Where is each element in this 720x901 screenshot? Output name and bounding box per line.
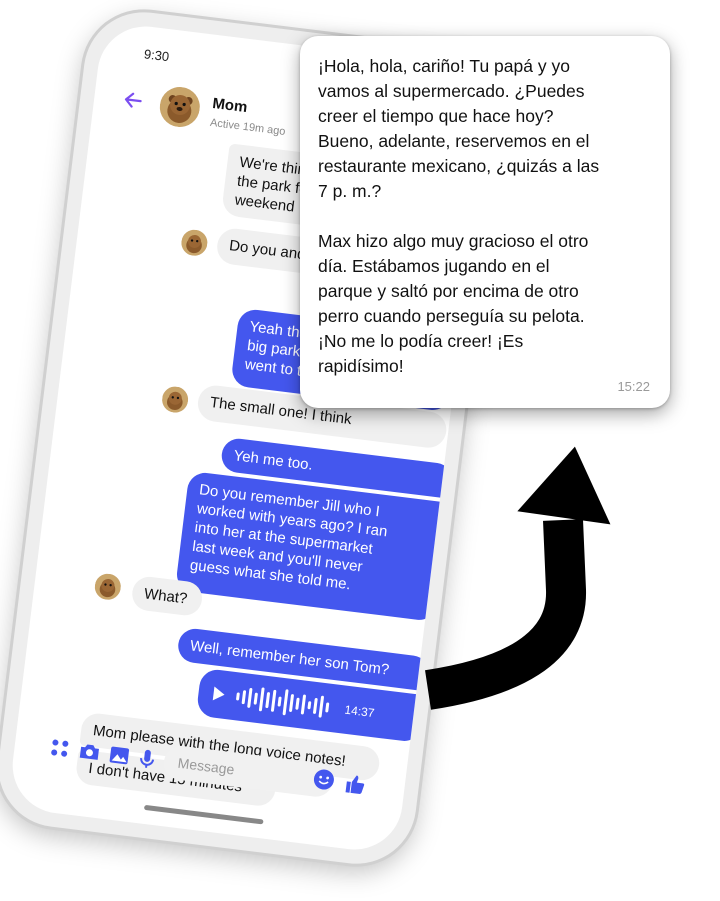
camera-icon[interactable] — [77, 740, 102, 765]
home-indicator — [143, 804, 264, 825]
mom-avatar — [160, 385, 190, 415]
gallery-icon[interactable] — [107, 743, 132, 768]
mom-avatar — [179, 228, 209, 258]
message-timestamp: 15:22 — [617, 379, 650, 394]
mom-avatar — [93, 572, 123, 602]
status-bar-time: 9:30 — [143, 46, 171, 65]
active-status: Active 19m ago — [209, 116, 287, 138]
play-icon[interactable] — [207, 666, 229, 722]
back-arrow-icon[interactable] — [121, 88, 146, 113]
microphone-icon[interactable] — [135, 747, 160, 772]
curved-arrow-icon — [424, 446, 611, 710]
translated-message-text: ¡Hola, hola, cariño! Tu papá y yo vamos … — [318, 56, 600, 376]
emoji-icon[interactable] — [312, 767, 337, 792]
contact-name[interactable]: Mom — [211, 95, 248, 116]
translated-message-popup: ¡Hola, hola, cariño! Tu papá y yo vamos … — [300, 36, 670, 408]
voice-note-duration: 14:37 — [343, 702, 376, 720]
contact-avatar[interactable] — [157, 84, 203, 130]
thumbs-up-icon[interactable] — [343, 772, 368, 797]
waveform — [235, 683, 330, 720]
apps-icon[interactable] — [48, 736, 73, 761]
